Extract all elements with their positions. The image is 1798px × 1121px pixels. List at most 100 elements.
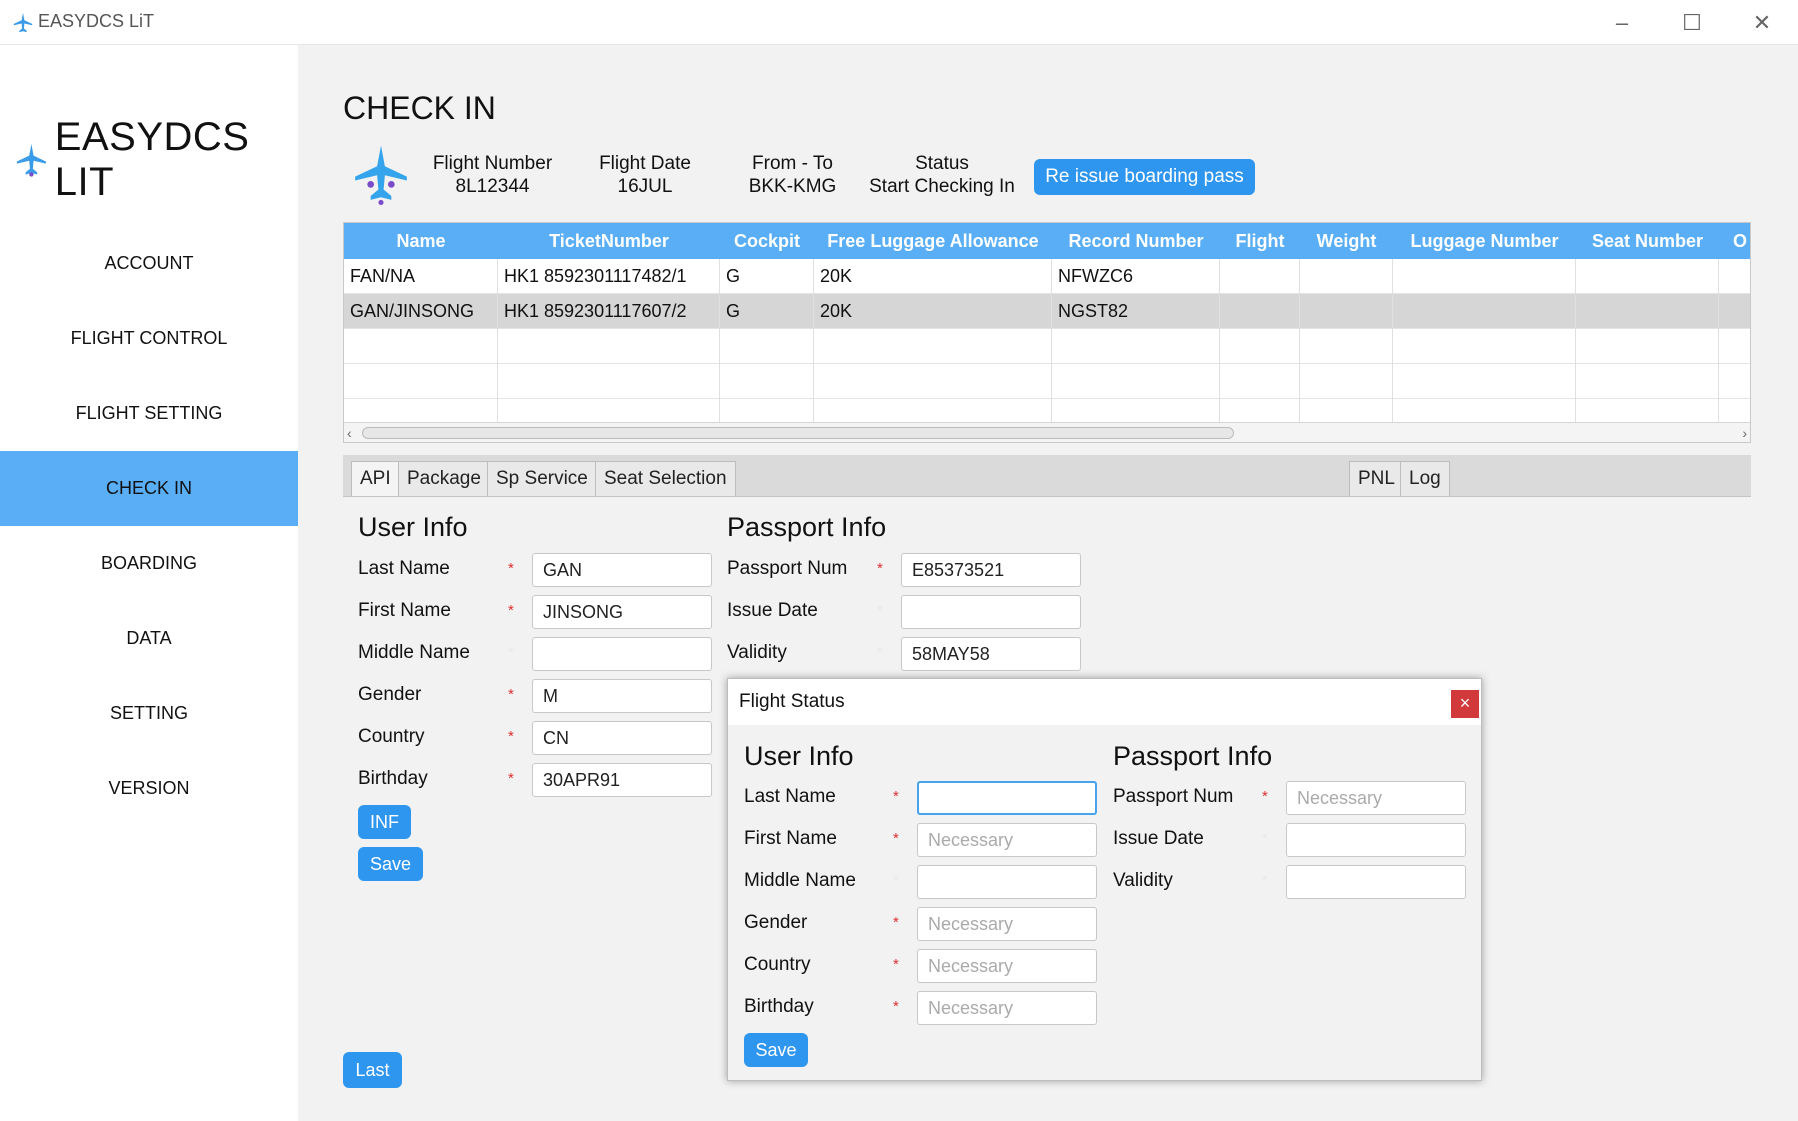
middle-name-field[interactable] <box>532 637 712 671</box>
cell-record: NFWZC6 <box>1052 259 1220 294</box>
dialog-issue-date-field[interactable] <box>1286 823 1466 857</box>
flight-date-value: 16JUL <box>617 176 673 197</box>
cell-ticket: HK1 8592301117607/2 <box>498 294 720 329</box>
dialog-middle-name-field[interactable] <box>917 865 1097 899</box>
logo: EASYDCS LIT <box>14 115 298 205</box>
tab-api[interactable]: API <box>351 461 400 496</box>
nav-account[interactable]: ACCOUNT <box>0 226 298 301</box>
col-overflow[interactable]: O <box>1719 223 1750 259</box>
tab-pnl[interactable]: PNL <box>1349 461 1404 496</box>
empty-row <box>344 329 1750 364</box>
issue-date-field[interactable] <box>901 595 1081 629</box>
table-row[interactable]: FAN/NA HK1 8592301117482/1 G 20K NFWZC6 <box>344 259 1750 294</box>
airplane-icon <box>13 12 33 33</box>
required-mark: * <box>893 788 899 805</box>
maximize-button[interactable]: ☐ <box>1664 6 1720 40</box>
col-record-number[interactable]: Record Number <box>1052 223 1220 259</box>
validity-field[interactable]: 58MAY58 <box>901 637 1081 671</box>
col-free-luggage[interactable]: Free Luggage Allowance <box>814 223 1052 259</box>
col-name[interactable]: Name <box>344 223 498 259</box>
tab-sp-service[interactable]: Sp Service <box>487 461 597 496</box>
close-window-button[interactable]: ✕ <box>1734 6 1790 40</box>
required-mark: * <box>877 602 883 619</box>
col-flight[interactable]: Flight <box>1220 223 1300 259</box>
required-mark: * <box>877 560 883 577</box>
nav-check-in[interactable]: CHECK IN <box>0 451 298 526</box>
user-info-title: User Info <box>358 512 468 542</box>
last-name-field[interactable]: GAN <box>532 553 712 587</box>
required-mark: * <box>508 686 514 703</box>
status-label: Status <box>915 153 969 174</box>
nav-flight-control[interactable]: FLIGHT CONTROL <box>0 301 298 376</box>
sidebar: EASYDCS LIT ACCOUNT FLIGHT CONTROL FLIGH… <box>0 45 298 1121</box>
col-ticket-number[interactable]: TicketNumber <box>498 223 720 259</box>
route-value: BKK-KMG <box>748 176 837 197</box>
nav-data[interactable]: DATA <box>0 601 298 676</box>
cell-flight <box>1220 294 1300 329</box>
last-button[interactable]: Last <box>343 1052 402 1088</box>
required-mark: * <box>893 998 899 1015</box>
scrollbar-thumb[interactable] <box>362 427 1234 439</box>
tab-log[interactable]: Log <box>1400 461 1450 496</box>
cell-record: NGST82 <box>1052 294 1220 329</box>
flight-date-block: Flight Date 16JUL <box>585 152 705 198</box>
col-weight[interactable]: Weight <box>1300 223 1393 259</box>
table-row[interactable]: GAN/JINSONG HK1 8592301117607/2 G 20K NG… <box>344 294 1750 329</box>
passport-num-field[interactable]: E85373521 <box>901 553 1081 587</box>
col-luggage-number[interactable]: Luggage Number <box>1393 223 1576 259</box>
dialog-passport-num-field[interactable]: Necessary <box>1286 781 1466 815</box>
cell-luggage-number <box>1393 259 1576 294</box>
reissue-boarding-pass-button[interactable]: Re issue boarding pass <box>1034 159 1255 195</box>
window-title: EASYDCS LiT <box>38 11 155 31</box>
cell-seat <box>1576 259 1719 294</box>
dialog-last-name-field[interactable] <box>917 781 1097 815</box>
col-cockpit[interactable]: Cockpit <box>720 223 814 259</box>
dialog-country-field[interactable]: Necessary <box>917 949 1097 983</box>
required-mark: * <box>508 560 514 577</box>
inf-button[interactable]: INF <box>358 805 411 839</box>
dialog-save-button[interactable]: Save <box>744 1033 808 1067</box>
cell-weight <box>1300 294 1393 329</box>
first-name-field[interactable]: JINSONG <box>532 595 712 629</box>
gender-field[interactable]: M <box>532 679 712 713</box>
nav-flight-setting[interactable]: FLIGHT SETTING <box>0 376 298 451</box>
nav-boarding[interactable]: BOARDING <box>0 526 298 601</box>
dialog-first-name-field[interactable]: Necessary <box>917 823 1097 857</box>
tab-seat-selection[interactable]: Seat Selection <box>595 461 736 496</box>
dialog-validity-field[interactable] <box>1286 865 1466 899</box>
required-mark: * <box>893 830 899 847</box>
required-mark: * <box>1262 830 1268 847</box>
dialog-issue-date-label: Issue Date <box>1113 828 1204 849</box>
issue-date-label: Issue Date <box>727 600 818 621</box>
dialog-gender-label: Gender <box>744 912 808 933</box>
country-label: Country <box>358 726 425 747</box>
dialog-birthday-label: Birthday <box>744 996 814 1017</box>
dialog-birthday-field[interactable]: Necessary <box>917 991 1097 1025</box>
passenger-table: Name TicketNumber Cockpit Free Luggage A… <box>343 222 1751 443</box>
passport-info-title: Passport Info <box>727 512 887 542</box>
col-seat-number[interactable]: Seat Number <box>1576 223 1719 259</box>
save-button[interactable]: Save <box>358 847 423 881</box>
nav-version[interactable]: VERSION <box>0 751 298 826</box>
scroll-right-icon[interactable]: › <box>1742 423 1747 442</box>
page-title: CHECK IN <box>343 90 496 126</box>
brand-name: EASYDCS LIT <box>54 115 250 204</box>
required-mark: * <box>508 644 514 661</box>
dialog-title: Flight Status <box>739 691 845 712</box>
dialog-gender-field[interactable]: Necessary <box>917 907 1097 941</box>
birthday-field[interactable]: 30APR91 <box>532 763 712 797</box>
horizontal-scrollbar[interactable]: ‹ › <box>344 422 1750 442</box>
dialog-country-label: Country <box>744 954 811 975</box>
minimize-button[interactable]: – <box>1594 6 1650 40</box>
dialog-user-info-title: User Info <box>744 741 854 771</box>
cell-cockpit: G <box>720 259 814 294</box>
required-mark: * <box>877 644 883 661</box>
scroll-left-icon[interactable]: ‹ <box>347 423 352 442</box>
tab-package[interactable]: Package <box>398 461 490 496</box>
flight-number-block: Flight Number 8L12344 <box>420 152 565 198</box>
cell-name: FAN/NA <box>344 259 498 294</box>
required-mark: * <box>1262 788 1268 805</box>
close-icon[interactable]: × <box>1451 690 1479 718</box>
nav-setting[interactable]: SETTING <box>0 676 298 751</box>
country-field[interactable]: CN <box>532 721 712 755</box>
